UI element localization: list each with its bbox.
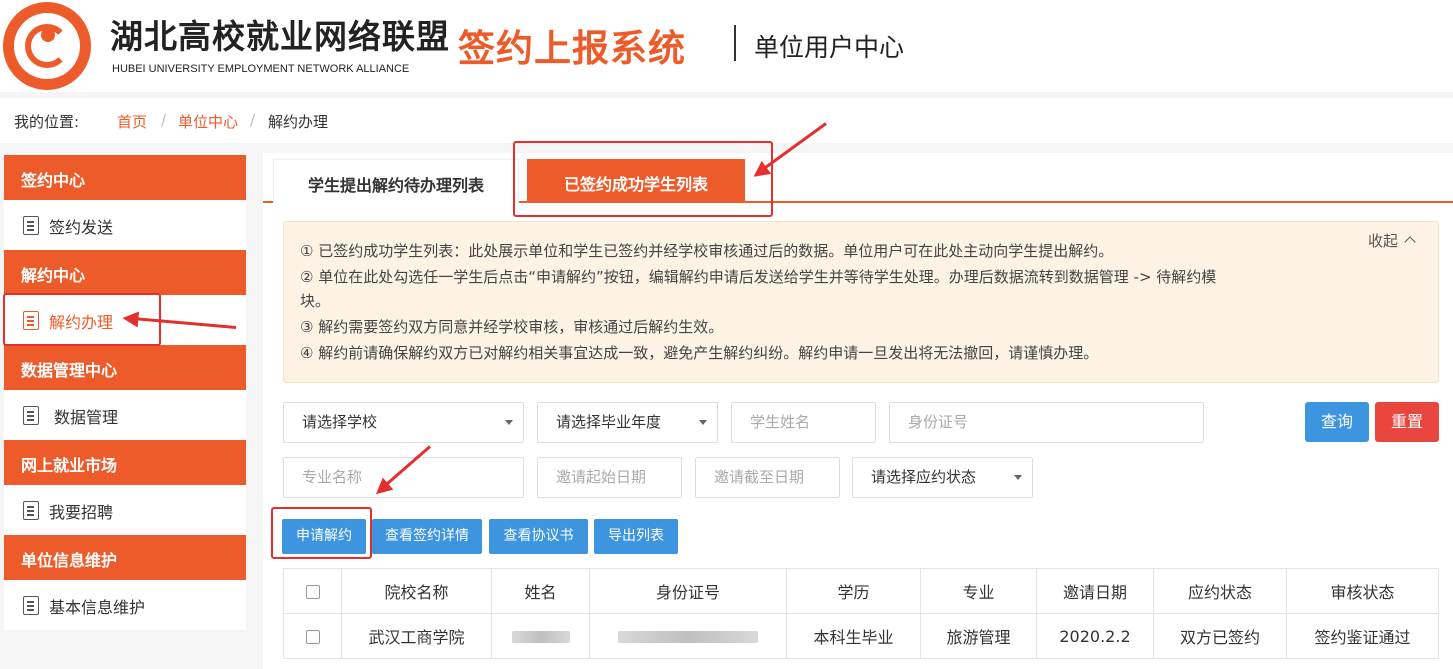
sidebar-section-unit-info[interactable]: 单位信息维护 [4, 535, 246, 580]
sidebar-item-label: 我要招聘 [49, 503, 114, 522]
column-header: 应约状态 [1153, 568, 1287, 614]
breadcrumb: 我的位置: 首页 / 单位中心 / 解约办理 [0, 98, 1453, 143]
sidebar-item-recruit[interactable]: 我要招聘 [4, 485, 246, 535]
query-button[interactable]: 查询 [1305, 402, 1369, 442]
document-icon [23, 596, 39, 615]
redacted-id-number [618, 631, 758, 643]
column-header: 邀请日期 [1036, 568, 1154, 614]
school-select[interactable]: 请选择学校 [283, 402, 524, 443]
column-header: 院校名称 [341, 568, 492, 614]
view-agreement-button[interactable]: 查看协议书 [489, 519, 588, 554]
invite-date-cell: 2020.2.2 [1036, 613, 1154, 659]
annotation-highlight-box [513, 141, 773, 217]
column-header: 身份证号 [589, 568, 787, 614]
collapse-toggle[interactable]: 收起 [1367, 230, 1416, 251]
column-header: 姓名 [491, 568, 590, 614]
breadcrumb-label: 我的位置: [14, 113, 80, 131]
review-status-cell: 签约鉴证通过 [1286, 613, 1439, 659]
annotation-highlight-box [271, 507, 372, 559]
logo-dot [41, 28, 55, 42]
degree-cell: 本科生毕业 [786, 613, 921, 659]
notice-line: ① 已签约成功学生列表：此处展示单位和学生已签约并经学校审核通过后的数据。单位用… [300, 242, 1114, 260]
sidebar-section-data-management[interactable]: 数据管理中心 [4, 345, 246, 390]
sidebar-item-label: 数据管理 [54, 408, 119, 427]
sidebar-item-label: 签约发送 [49, 218, 114, 237]
table-row[interactable]: 武汉工商学院 本科生毕业 旅游管理 2020.2.2 双方已签约 签约鉴证通过 [283, 613, 1439, 659]
column-header: 审核状态 [1286, 568, 1439, 614]
major-input[interactable]: 专业名称 [283, 457, 524, 498]
invite-start-date-input[interactable]: 邀请起始日期 [537, 457, 682, 498]
row-checkbox[interactable] [305, 630, 320, 644]
caret-down-icon [505, 420, 513, 425]
notice-line: 块。 [300, 292, 331, 310]
breadcrumb-separator: / [250, 111, 256, 129]
select-all-checkbox[interactable] [305, 585, 320, 599]
alliance-logo[interactable] [3, 2, 91, 90]
graduation-year-select[interactable]: 请选择毕业年度 [537, 402, 718, 443]
breadcrumb-unit-center-link[interactable]: 单位中心 [178, 111, 238, 132]
sidebar: 签约中心 签约发送 解约中心 解约办理 数据管理中心 数据管理 网上就业市场 我… [4, 155, 246, 630]
site-header: 湖北高校就业网络联盟 HUBEI UNIVERSITY EMPLOYMENT N… [0, 0, 1453, 92]
sidebar-section-job-market[interactable]: 网上就业市场 [4, 440, 246, 485]
sidebar-item-basic-info[interactable]: 基本信息维护 [4, 580, 246, 630]
redacted-name [511, 631, 570, 643]
column-header: 学历 [786, 568, 921, 614]
column-header: 专业 [920, 568, 1037, 614]
system-name: 签约上报系统 [458, 26, 686, 70]
reset-button[interactable]: 重置 [1375, 402, 1439, 442]
caret-down-icon [1014, 475, 1022, 480]
breadcrumb-home-link[interactable]: 首页 [117, 111, 147, 132]
tab-pending-termination[interactable]: 学生提出解约待办理列表 [273, 159, 519, 203]
document-icon [23, 406, 39, 425]
row-select-cell [283, 613, 342, 659]
school-select-value: 请选择学校 [302, 413, 378, 431]
id-cell [589, 613, 787, 659]
name-cell [491, 613, 590, 659]
sidebar-section-signing[interactable]: 签约中心 [4, 155, 246, 200]
org-name: 湖北高校就业网络联盟 [110, 17, 450, 56]
tab-bar: 学生提出解约待办理列表 已签约成功学生列表 [263, 153, 1453, 203]
chevron-up-icon [1404, 236, 1416, 248]
school-cell: 武汉工商学院 [341, 613, 492, 659]
main-panel: 学生提出解约待办理列表 已签约成功学生列表 ① 已签约成功学生列表：此处展示单位… [263, 153, 1453, 669]
signed-students-table: 院校名称 姓名 身份证号 学历 专业 邀请日期 应约状态 审核状态 武汉工商学院… [283, 568, 1439, 659]
document-icon [23, 501, 39, 520]
title-divider [734, 25, 736, 61]
notice-line: ③ 解约需要签约双方同意并经学校审核，审核通过后解约生效。 [300, 318, 724, 336]
sidebar-item-data-management[interactable]: 数据管理 [4, 390, 246, 440]
notice-line: ④ 解约前请确保解约双方已对解约相关事宜达成一致，避免产生解约纠纷。解约申请一旦… [300, 344, 1099, 362]
notice-line: ② 单位在此处勾选任一学生后点击“申请解约”按钮，编辑解约申请后发送给学生并等待… [300, 268, 1217, 286]
org-english-name: HUBEI UNIVERSITY EMPLOYMENT NETWORK ALLI… [112, 63, 410, 75]
table-header-row: 院校名称 姓名 身份证号 学历 专业 邀请日期 应约状态 审核状态 [283, 568, 1439, 614]
sidebar-item-label: 基本信息维护 [49, 598, 146, 617]
year-select-value: 请选择毕业年度 [556, 413, 662, 431]
id-number-input[interactable]: 身份证号 [889, 402, 1204, 443]
breadcrumb-current: 解约办理 [268, 113, 329, 131]
document-icon [23, 216, 39, 235]
caret-down-icon [699, 420, 707, 425]
invite-end-date-input[interactable]: 邀请截至日期 [695, 457, 840, 498]
notice-box: ① 已签约成功学生列表：此处展示单位和学生已签约并经学校审核通过后的数据。单位用… [283, 221, 1439, 383]
status-select-value: 请选择应约状态 [871, 468, 977, 486]
breadcrumb-separator: / [161, 111, 167, 129]
sidebar-section-termination[interactable]: 解约中心 [4, 250, 246, 295]
accept-status-cell: 双方已签约 [1153, 613, 1287, 659]
student-name-input[interactable]: 学生姓名 [731, 402, 876, 443]
user-center-title: 单位用户中心 [754, 33, 905, 62]
select-all-cell [283, 568, 342, 614]
export-list-button[interactable]: 导出列表 [594, 519, 678, 554]
accept-status-select[interactable]: 请选择应约状态 [852, 457, 1033, 498]
view-signing-details-button[interactable]: 查看签约详情 [372, 519, 482, 554]
sidebar-item-sign-send[interactable]: 签约发送 [4, 200, 246, 250]
collapse-label: 收起 [1367, 232, 1398, 250]
major-cell: 旅游管理 [920, 613, 1037, 659]
